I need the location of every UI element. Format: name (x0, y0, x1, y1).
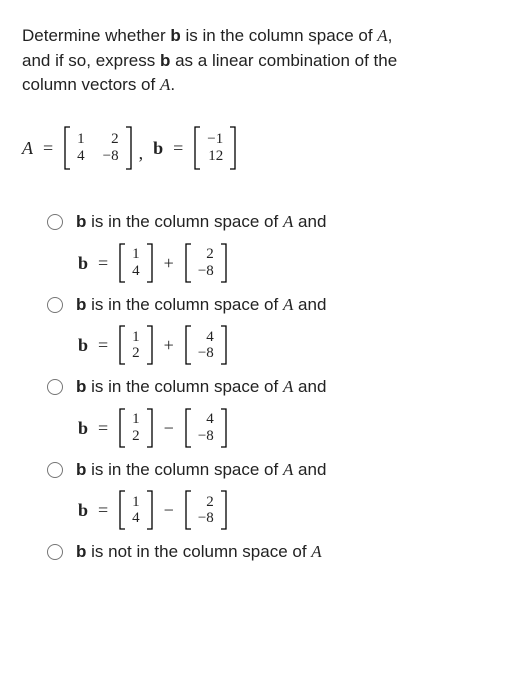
q-b: b (160, 51, 170, 70)
option-1-equation: b= 14 + 2−8 (78, 243, 488, 283)
given-matrices: A = 14 2−8 , b = −112 (22, 126, 488, 170)
radio-option-1[interactable] (47, 214, 63, 230)
equals: = (167, 135, 189, 161)
option-4-equation: b= 14 − 2−8 (78, 490, 488, 530)
q-b: b (170, 26, 180, 45)
q-A: A (160, 75, 170, 94)
option-text: b is in the column space of A and (76, 210, 488, 235)
option-2[interactable]: b is in the column space of A and (42, 293, 488, 318)
q-text: as a linear combination of the (170, 51, 397, 70)
left-bracket-icon (63, 126, 71, 170)
left-bracket-icon (193, 126, 201, 170)
question-stem: Determine whether b is in the column spa… (22, 24, 488, 98)
matrix-col: 14 (75, 131, 87, 164)
radio-option-4[interactable] (47, 462, 63, 478)
vector-col: −112 (205, 131, 225, 164)
option-1[interactable]: b is in the column space of A and (42, 210, 488, 235)
right-bracket-icon (229, 126, 237, 170)
comma: , (137, 140, 150, 170)
q-text: and if so, express (22, 51, 160, 70)
option-text: b is in the column space of A and (76, 375, 488, 400)
options-group: b is in the column space of A and b= 14 … (22, 210, 488, 565)
q-text: , (388, 26, 393, 45)
option-4[interactable]: b is in the column space of A and (42, 458, 488, 483)
option-text: b is in the column space of A and (76, 458, 488, 483)
q-text: . (170, 75, 175, 94)
radio-option-2[interactable] (47, 297, 63, 313)
A-label: A (22, 135, 33, 161)
matrix-col: 2−8 (101, 131, 121, 164)
b-label: b (153, 135, 163, 161)
q-text: column vectors of (22, 75, 160, 94)
option-5[interactable]: b is not in the column space of A (42, 540, 488, 565)
option-2-equation: b= 12 + 4−8 (78, 325, 488, 365)
option-3-equation: b= 12 − 4−8 (78, 408, 488, 448)
equals: = (37, 135, 59, 161)
option-3[interactable]: b is in the column space of A and (42, 375, 488, 400)
option-text: b is not in the column space of A (76, 540, 488, 565)
right-bracket-icon (125, 126, 133, 170)
q-A: A (377, 26, 387, 45)
radio-option-5[interactable] (47, 544, 63, 560)
option-text: b is in the column space of A and (76, 293, 488, 318)
q-text: Determine whether (22, 26, 170, 45)
radio-option-3[interactable] (47, 379, 63, 395)
q-text: is in the column space of (181, 26, 378, 45)
